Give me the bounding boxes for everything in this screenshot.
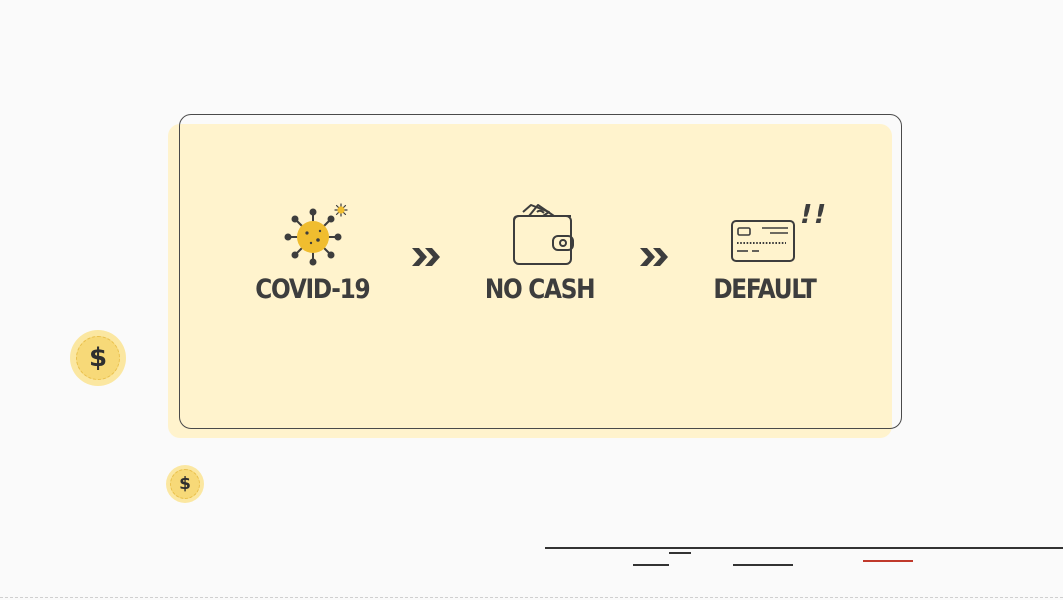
virus-icon — [257, 200, 367, 270]
dollar-symbol: $ — [76, 336, 120, 380]
credit-card-icon — [731, 220, 795, 262]
footer-mark — [669, 552, 691, 554]
flow-step-no-cash: NO CASH — [440, 200, 640, 306]
footer-mark — [733, 564, 793, 566]
wallet-icon — [485, 200, 595, 270]
alert-exclamation-text: !! — [796, 200, 831, 230]
step-label: COVID-19 — [254, 274, 370, 305]
footer-mark — [863, 560, 913, 562]
step-label: DEFAULT — [712, 274, 817, 305]
footer-rule — [545, 547, 1063, 549]
dollar-coin-icon: $ — [166, 465, 204, 503]
footer-mark — [633, 564, 669, 566]
step-label: NO CASH — [485, 274, 596, 305]
dollar-coin-icon: $ — [70, 330, 126, 386]
bottom-divider — [0, 597, 1063, 598]
dollar-symbol: $ — [170, 469, 200, 499]
flow-step-covid: COVID-19 — [212, 200, 412, 306]
double-chevron-right-icon — [410, 246, 444, 268]
